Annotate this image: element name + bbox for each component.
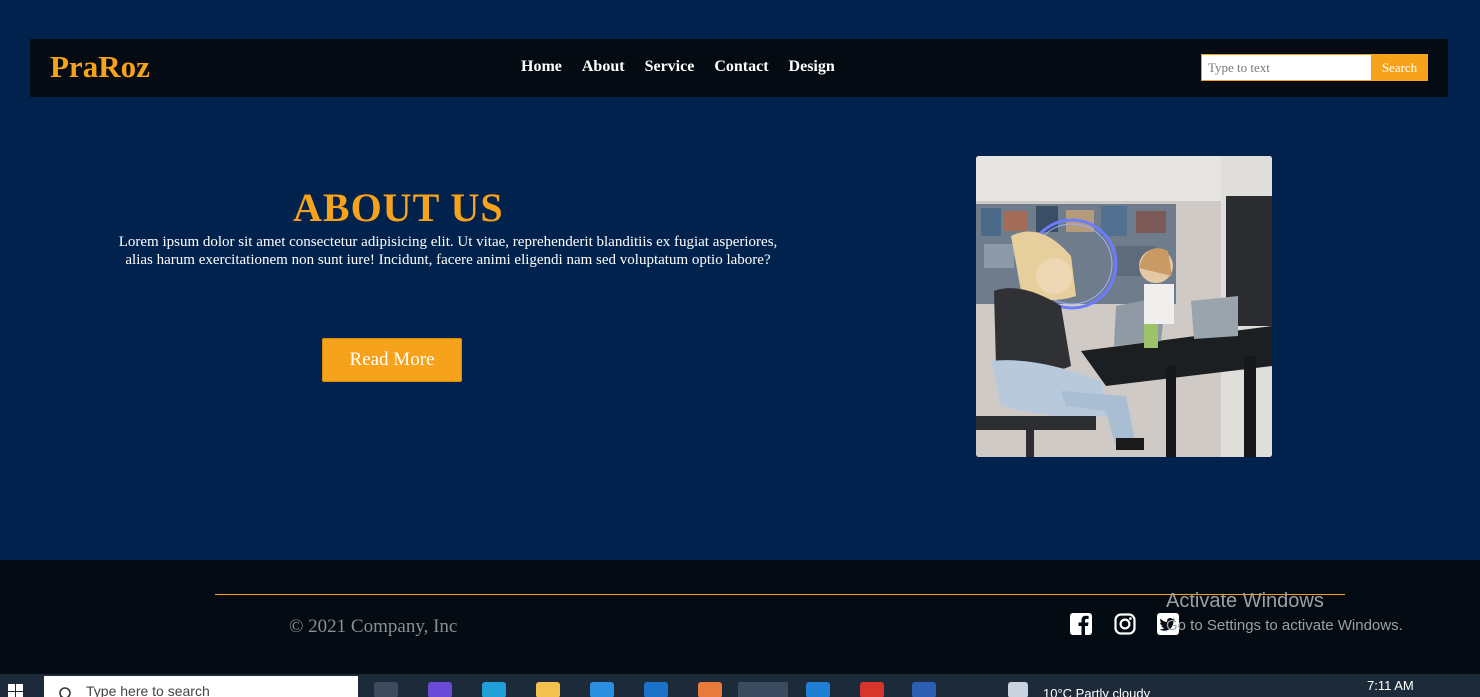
search-button[interactable]: Search [1371,54,1428,81]
file-explorer-icon[interactable] [536,682,560,697]
nav-contact[interactable]: Contact [714,58,768,76]
nav-home[interactable]: Home [521,58,562,76]
nav-about[interactable]: About [582,58,625,76]
filezilla-icon[interactable] [860,682,884,697]
task-view-icon[interactable] [374,682,398,697]
chrome-icon[interactable] [738,682,788,697]
read-more-button[interactable]: Read More [322,338,462,382]
nav-links: Home About Service Contact Design [521,58,835,76]
about-title: ABOUT US [293,185,504,230]
mail-icon[interactable] [644,682,668,697]
search-icon [58,682,74,697]
about-description: Lorem ipsum dolor sit amet consectetur a… [110,233,786,269]
activate-windows-watermark: Activate Windows Go to Settings to activ… [1166,590,1403,634]
facebook-icon[interactable] [1070,613,1092,635]
office-team-photo [976,156,1272,457]
footer: © 2021 Company, Inc Activate Windows Go … [0,560,1480,674]
brand-logo[interactable]: PraRoz [50,49,150,85]
about-text-line2: alias harum exercitationem non sunt iure… [125,252,771,268]
weather-text: 10°C Partly cloudy [1043,686,1151,697]
office-photo-illustration [976,156,1272,457]
vscode-icon[interactable] [806,682,830,697]
copyright-text: © 2021 Company, Inc [289,616,458,637]
nav-design[interactable]: Design [789,58,835,76]
about-text-line1: Lorem ipsum dolor sit amet consectetur a… [118,234,778,250]
clock-time[interactable]: 7:11 AM [1367,678,1414,693]
watermark-line2: Go to Settings to activate Windows. [1166,617,1403,634]
top-navbar: PraRoz Home About Service Contact Design… [30,39,1448,97]
nav-service[interactable]: Service [645,58,695,76]
xampp-icon[interactable] [698,682,722,697]
weather-icon[interactable] [1008,682,1028,697]
watermark-line1: Activate Windows [1166,590,1324,612]
instagram-icon[interactable] [1114,613,1136,635]
taskbar-search-placeholder: Type here to search [86,683,210,697]
word-icon[interactable] [912,682,936,697]
taskbar-search-box[interactable]: Type here to search [44,676,358,697]
windows-start-icon[interactable] [8,684,24,697]
search-input[interactable] [1201,54,1372,81]
copilot-icon[interactable] [428,682,452,697]
edge-browser-icon[interactable] [482,682,506,697]
windows-taskbar: Type here to search 10°C Partly cloudy 7… [0,674,1480,697]
store-icon[interactable] [590,682,614,697]
